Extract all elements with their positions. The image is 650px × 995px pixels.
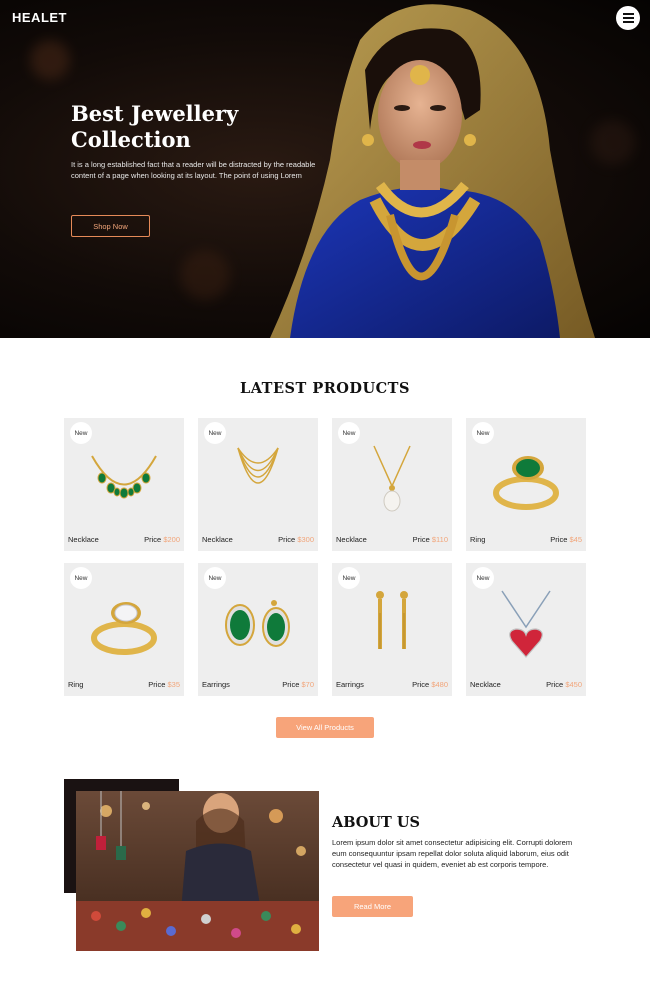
pearl-pendant-icon — [373, 445, 411, 512]
bokeh-light — [30, 40, 70, 80]
product-card[interactable]: New Necklace Price $200 — [64, 418, 184, 551]
product-card[interactable]: New Ring Price $45 — [466, 418, 586, 551]
view-all-products-button[interactable]: View All Products — [276, 717, 374, 738]
product-card[interactable]: New Ring Price $35 — [64, 563, 184, 696]
price-amount: $45 — [569, 535, 582, 544]
product-price: Price $45 — [550, 535, 582, 544]
product-price: Price $450 — [546, 680, 582, 689]
emerald-earrings-icon — [225, 600, 290, 647]
product-name: Ring — [68, 680, 84, 689]
product-price: Price $70 — [282, 680, 314, 689]
price-amount: $110 — [431, 535, 448, 544]
price-label: Price — [148, 680, 166, 689]
bokeh-light — [180, 250, 230, 300]
price-label: Price — [546, 680, 564, 689]
hero-description: It is a long established fact that a rea… — [71, 160, 316, 180]
product-card[interactable]: New Necklace Price $110 — [332, 418, 452, 551]
product-card[interactable]: New Earrings Price $480 — [332, 563, 452, 696]
diamond-ring-icon — [91, 602, 157, 655]
product-name: Necklace — [68, 535, 99, 544]
read-more-button[interactable]: Read More — [332, 896, 413, 917]
product-name: Ring — [470, 535, 486, 544]
menu-icon[interactable] — [616, 6, 640, 30]
price-label: Price — [550, 535, 568, 544]
price-amount: $480 — [431, 680, 448, 689]
emerald-ring-icon — [493, 456, 559, 510]
heart-pendant-icon — [501, 590, 551, 658]
price-label: Price — [412, 680, 430, 689]
product-card[interactable]: New Necklace Price $450 — [466, 563, 586, 696]
emerald-necklace-icon — [91, 455, 157, 499]
product-card[interactable]: New Necklace Price $300 — [198, 418, 318, 551]
price-amount: $35 — [167, 680, 180, 689]
product-price: Price $35 — [148, 680, 180, 689]
price-amount: $70 — [301, 680, 314, 689]
price-label: Price — [282, 680, 300, 689]
shop-now-button[interactable]: Shop Now — [71, 215, 150, 237]
about-market-photo — [76, 791, 319, 951]
price-label: Price — [144, 535, 162, 544]
hero-banner: HEALET Best Jewellery Collection It is a… — [0, 0, 650, 338]
product-price: Price $300 — [278, 535, 314, 544]
gold-chain-necklace-icon — [237, 447, 279, 484]
product-name: Earrings — [202, 680, 230, 689]
price-label: Price — [278, 535, 296, 544]
price-amount: $450 — [565, 680, 582, 689]
brand-logo[interactable]: HEALET — [12, 10, 67, 25]
about-description: Lorem ipsum dolor sit amet consectetur a… — [332, 838, 573, 869]
product-card[interactable]: New Earrings Price $70 — [198, 563, 318, 696]
product-price: Price $110 — [413, 535, 448, 544]
product-name: Earrings — [336, 680, 364, 689]
section-title-latest-products: LATEST PRODUCTS — [240, 380, 410, 397]
price-label: Price — [412, 535, 430, 544]
gold-drop-earrings-icon — [376, 591, 408, 649]
price-amount: $200 — [163, 535, 180, 544]
product-price: Price $200 — [144, 535, 180, 544]
product-price: Price $480 — [412, 680, 448, 689]
product-name: Necklace — [470, 680, 501, 689]
about-title: ABOUT US — [332, 814, 421, 831]
hero-title: Best Jewellery Collection — [71, 101, 239, 152]
product-name: Necklace — [336, 535, 367, 544]
product-name: Necklace — [202, 535, 233, 544]
price-amount: $300 — [297, 535, 314, 544]
